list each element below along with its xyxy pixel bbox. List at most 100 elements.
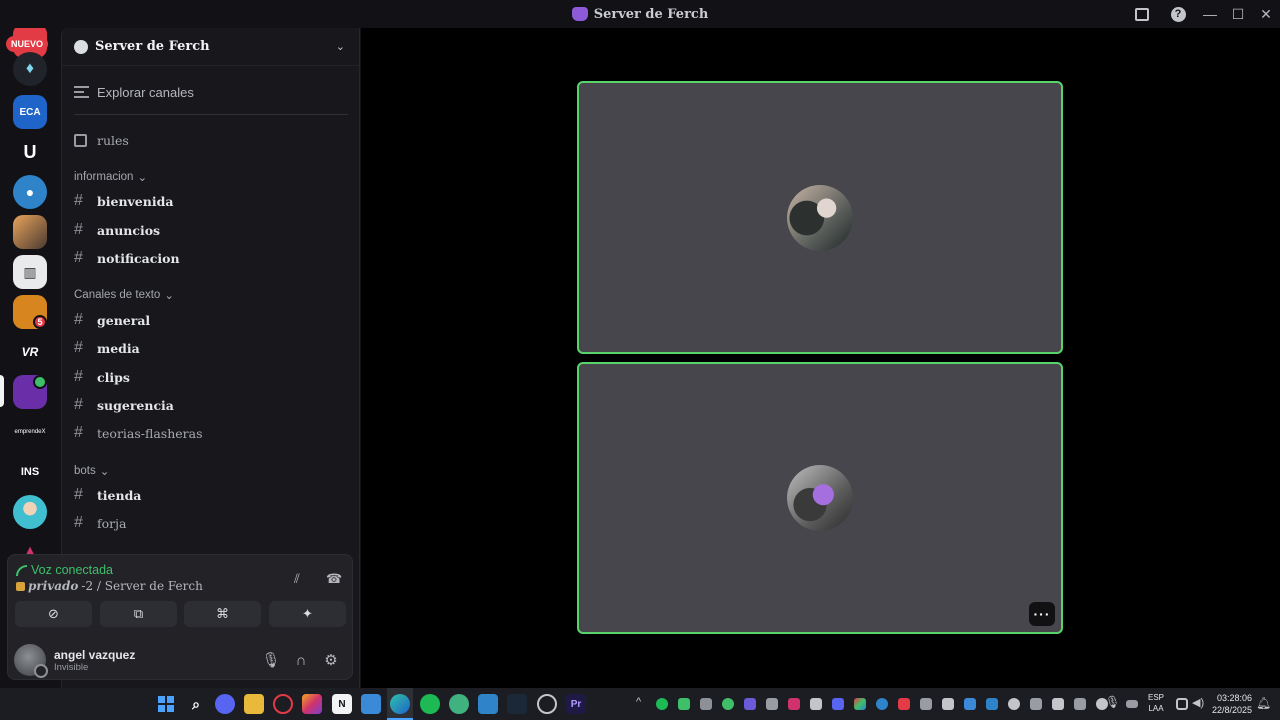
- server-car[interactable]: [13, 215, 47, 249]
- channel-forja[interactable]: # forja: [74, 511, 348, 535]
- tray-app-icon[interactable]: [766, 698, 778, 710]
- tray-app-icon[interactable]: [986, 698, 998, 710]
- user-info[interactable]: angel vazquez Invisible: [54, 648, 256, 673]
- user-panel: angel vazquez Invisible 🎙︎ ∩ ⚙: [14, 643, 346, 678]
- chevron-down-icon: ⌄: [137, 172, 148, 184]
- language-indicator[interactable]: ESP LAA: [1148, 692, 1164, 714]
- signal-icon: [16, 564, 27, 576]
- window-title-text: Server de Ferch: [593, 6, 709, 22]
- noise-suppression-icon[interactable]: ⫽: [294, 571, 300, 587]
- channel-teorias-flasheras[interactable]: # teorias-flasheras: [74, 421, 348, 445]
- tray-app-icon[interactable]: [1030, 698, 1042, 710]
- tray-app-icon[interactable]: [898, 698, 910, 710]
- network-icon[interactable]: [1176, 698, 1188, 710]
- category-bots[interactable]: bots ⌄: [74, 464, 109, 478]
- server-ins[interactable]: INS: [13, 455, 47, 489]
- tray-app-icon[interactable]: [700, 698, 712, 710]
- microphone-icon[interactable]: 🎙︎: [256, 651, 286, 669]
- tray-steam-icon[interactable]: [1052, 698, 1064, 710]
- microphone-icon[interactable]: 🎙︎: [1105, 695, 1120, 709]
- tray-spotify-icon[interactable]: [656, 698, 668, 710]
- tray-app-icon[interactable]: [744, 698, 756, 710]
- channel-rules[interactable]: rules: [74, 128, 348, 152]
- chevron-down-icon[interactable]: ⌄: [336, 40, 345, 53]
- category-canales-de-texto[interactable]: Canales de texto ⌄: [74, 288, 174, 302]
- server-u[interactable]: U: [13, 135, 47, 169]
- minimize-button[interactable]: —: [1196, 0, 1224, 28]
- soundboard-button[interactable]: ✦: [269, 601, 346, 627]
- channel-sugerencia[interactable]: # sugerencia: [74, 393, 348, 417]
- tray-app-icon[interactable]: [876, 698, 888, 710]
- file-explorer-icon[interactable]: [244, 694, 264, 714]
- app-icon[interactable]: [478, 694, 498, 714]
- help-button[interactable]: ?: [1160, 0, 1196, 28]
- opera-icon[interactable]: [273, 694, 293, 714]
- instagram-icon[interactable]: [302, 694, 322, 714]
- tray-app-icon[interactable]: [722, 698, 734, 710]
- category-informacion[interactable]: informacion ⌄: [74, 170, 147, 184]
- channel-media[interactable]: # media: [74, 336, 348, 360]
- steam-icon[interactable]: [507, 694, 527, 714]
- explore-channels[interactable]: Explorar canales: [74, 80, 348, 104]
- search-icon[interactable]: ⌕: [186, 694, 206, 714]
- tray-app-icon[interactable]: [1074, 698, 1086, 710]
- participant-tile-2[interactable]: ···: [577, 362, 1063, 634]
- volume-icon[interactable]: ◀): [1192, 696, 1204, 709]
- inbox-button[interactable]: [1124, 0, 1160, 28]
- windows-start-icon[interactable]: [156, 694, 176, 714]
- server-vr[interactable]: VR: [13, 335, 47, 369]
- channel-anuncios[interactable]: # anuncios: [74, 218, 348, 242]
- channel-general[interactable]: # general: [74, 308, 348, 332]
- screen-share-button[interactable]: ⧉: [100, 601, 177, 627]
- server-eca[interactable]: ECA: [13, 95, 47, 129]
- edge-icon[interactable]: [390, 694, 410, 714]
- tray-app-icon[interactable]: [1008, 698, 1020, 710]
- premiere-icon[interactable]: Pr: [566, 694, 586, 714]
- channel-notificacion[interactable]: # notificacion: [74, 246, 348, 270]
- maximize-button[interactable]: ☐: [1224, 0, 1252, 28]
- server-drop[interactable]: ●: [13, 175, 47, 209]
- camera-button[interactable]: ⊘: [15, 601, 92, 627]
- app-icon[interactable]: [449, 694, 469, 714]
- activity-button[interactable]: ⌘: [184, 601, 261, 627]
- spotify-icon[interactable]: [420, 694, 440, 714]
- obs-icon[interactable]: [537, 694, 557, 714]
- app-icon[interactable]: [361, 694, 381, 714]
- chevron-up-icon[interactable]: ^: [636, 696, 641, 708]
- keyboard-icon[interactable]: [1126, 700, 1138, 708]
- tray-app-icon[interactable]: [942, 698, 954, 710]
- close-button[interactable]: ✕: [1252, 0, 1280, 28]
- server-emprende[interactable]: emprendeX: [13, 415, 47, 449]
- server-building[interactable]: ▥: [13, 255, 47, 289]
- clock[interactable]: 03:28:06 22/8/2025: [1212, 692, 1252, 716]
- participant-tile-1[interactable]: [577, 81, 1063, 354]
- tray-app-icon[interactable]: [920, 698, 932, 710]
- tray-app-icon[interactable]: [854, 698, 866, 710]
- gear-icon[interactable]: ⚙: [316, 651, 346, 669]
- disconnect-icon[interactable]: ☎: [326, 571, 342, 587]
- voice-status[interactable]: Voz conectada: [16, 563, 113, 577]
- notification-bell-icon[interactable]: 🔔︎: [1256, 696, 1271, 710]
- user-name: angel vazquez: [54, 647, 136, 662]
- notion-icon[interactable]: N: [332, 694, 352, 714]
- channel-tienda[interactable]: # tienda: [74, 483, 348, 507]
- list-icon: [74, 86, 89, 98]
- tray-discord-icon[interactable]: [832, 698, 844, 710]
- screen-share-icon: ⧉: [133, 606, 144, 621]
- server-avatar[interactable]: [13, 495, 47, 529]
- server-flame[interactable]: ▲: [13, 535, 47, 556]
- avatar[interactable]: [14, 644, 48, 678]
- tray-app-icon[interactable]: [964, 698, 976, 710]
- discord-taskbar-icon[interactable]: [215, 694, 235, 714]
- server-header[interactable]: Server de Ferch ⌄: [62, 28, 359, 66]
- voice-channel[interactable]: privado -2 / Server de Ferch: [16, 579, 203, 593]
- new-badge[interactable]: NUEVO: [6, 36, 49, 52]
- channel-clips[interactable]: # clips: [74, 365, 348, 389]
- more-options-button[interactable]: ···: [1029, 602, 1055, 626]
- tray-xbox-icon[interactable]: [678, 698, 690, 710]
- channel-bienvenida[interactable]: # bienvenida: [74, 189, 348, 213]
- tray-app-icon[interactable]: [810, 698, 822, 710]
- tray-app-icon[interactable]: [788, 698, 800, 710]
- headphones-icon[interactable]: ∩: [286, 652, 316, 669]
- server-crystal[interactable]: ♦: [13, 52, 47, 86]
